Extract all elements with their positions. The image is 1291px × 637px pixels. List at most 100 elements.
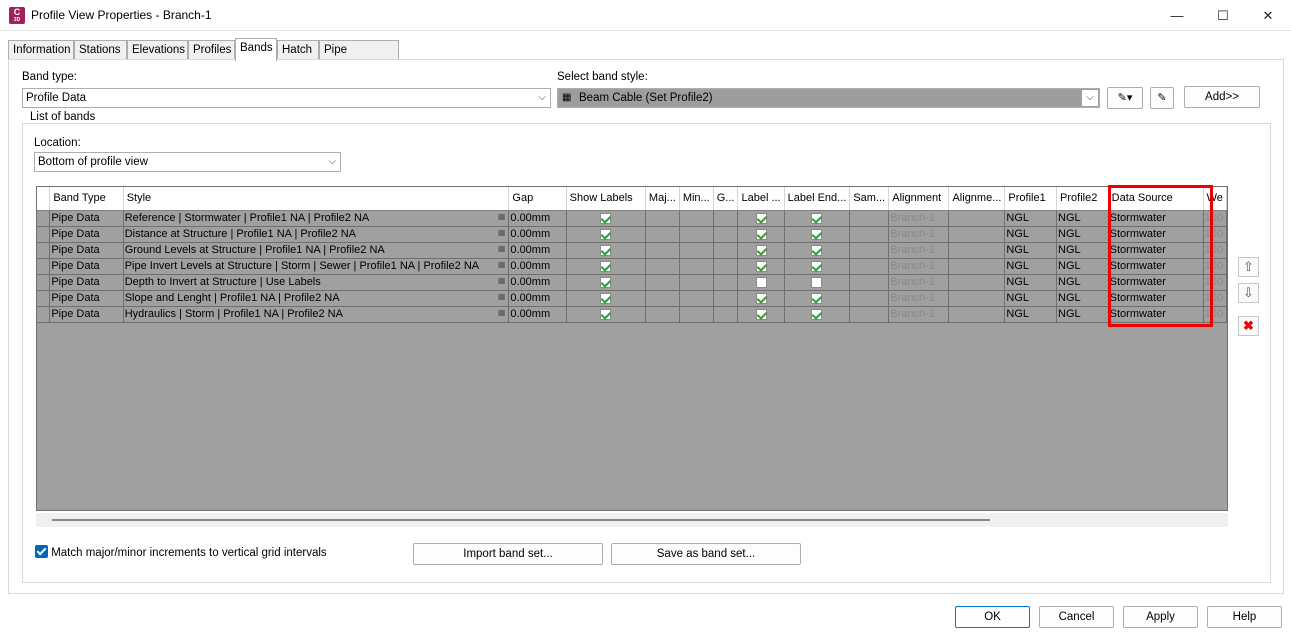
edit-style-button[interactable]: ✎▾ (1107, 87, 1143, 109)
label-end-checkbox[interactable] (811, 244, 823, 256)
table-row[interactable]: Pipe Data ▦ Pipe Invert Levels at Structur… (37, 258, 1227, 275)
label-start-checkbox[interactable] (755, 276, 767, 288)
row-header[interactable] (37, 258, 51, 275)
label-start-cell[interactable] (737, 226, 785, 243)
major-cell[interactable] (645, 242, 680, 259)
label-end-cell[interactable] (784, 242, 851, 259)
tab-information[interactable]: Information (8, 40, 74, 60)
col-sample[interactable]: Sam... (849, 187, 890, 211)
profile2-cell[interactable]: NGL (1056, 242, 1109, 259)
label-end-cell[interactable] (784, 210, 851, 227)
save-band-set-button[interactable]: Save as band set... (611, 543, 801, 565)
profile2-cell[interactable]: NGL (1056, 274, 1109, 291)
band-type-cell[interactable]: Pipe Data (49, 226, 124, 243)
minor-cell[interactable] (679, 258, 714, 275)
g-cell[interactable] (713, 274, 739, 291)
major-cell[interactable] (645, 274, 680, 291)
col-label-end[interactable]: Label End... (784, 187, 851, 211)
show-labels-cell[interactable] (566, 258, 646, 275)
horizontal-scrollbar[interactable] (36, 513, 1228, 527)
show-labels-checkbox[interactable] (600, 212, 612, 224)
col-g[interactable]: G... (713, 187, 739, 211)
profile1-cell[interactable]: NGL (1004, 226, 1058, 243)
band-style-dropdown[interactable]: ▦ Beam Cable (Set Profile2) ⌵ (557, 88, 1100, 108)
gap-cell[interactable]: 0.00mm (508, 274, 567, 291)
band-type-cell[interactable]: Pipe Data (49, 274, 124, 291)
show-labels-cell[interactable] (566, 274, 646, 291)
sample-cell[interactable] (849, 210, 890, 227)
profile1-cell[interactable]: NGL (1004, 242, 1058, 259)
gap-cell[interactable]: 0.00mm (508, 242, 567, 259)
tab-elevations[interactable]: Elevations (127, 40, 188, 60)
label-end-checkbox[interactable] (811, 276, 823, 288)
major-cell[interactable] (645, 258, 680, 275)
col-band-type[interactable]: Band Type (49, 187, 124, 211)
major-cell[interactable] (645, 226, 680, 243)
help-button[interactable]: Help (1207, 606, 1282, 628)
label-end-checkbox[interactable] (811, 292, 823, 304)
label-end-checkbox[interactable] (811, 308, 823, 320)
show-labels-checkbox[interactable] (600, 276, 612, 288)
ok-button[interactable]: OK (955, 606, 1030, 628)
band-type-cell[interactable]: Pipe Data (49, 242, 124, 259)
scrollbar-thumb[interactable] (52, 519, 990, 521)
alignment2-cell[interactable] (948, 210, 1006, 227)
bands-grid[interactable]: Band Type Style Gap Show Labels Maj... M… (36, 186, 1228, 511)
delete-x-icon[interactable]: ✖ (1238, 316, 1259, 336)
label-start-checkbox[interactable] (755, 244, 767, 256)
table-row[interactable]: Pipe Data ▦ Hydraulics | Storm | Profile1 … (37, 306, 1227, 323)
show-labels-checkbox[interactable] (600, 244, 612, 256)
show-labels-cell[interactable] (566, 226, 646, 243)
band-type-dropdown[interactable]: Profile Data ⌵ (22, 88, 551, 108)
sample-cell[interactable] (849, 290, 890, 307)
arrow-down-icon[interactable]: ⇩ (1238, 283, 1259, 303)
col-major[interactable]: Maj... (645, 187, 680, 211)
gap-cell[interactable]: 0.00mm (508, 306, 567, 323)
minor-cell[interactable] (679, 242, 714, 259)
arrow-up-icon[interactable]: ⇧ (1238, 257, 1259, 277)
profile2-cell[interactable]: NGL (1056, 290, 1109, 307)
row-header[interactable] (37, 274, 51, 291)
tab-profiles[interactable]: Profiles (188, 40, 235, 60)
alignment-cell[interactable]: Branch-1 (888, 306, 950, 323)
style-cell[interactable]: ▦ Reference | Stormwater | Profile1 NA | … (123, 210, 510, 227)
col-profile1[interactable]: Profile1 (1004, 187, 1058, 211)
show-labels-cell[interactable] (566, 290, 646, 307)
show-labels-checkbox[interactable] (600, 228, 612, 240)
minor-cell[interactable] (679, 290, 714, 307)
label-end-checkbox[interactable] (811, 228, 823, 240)
tab-stations[interactable]: Stations (74, 40, 127, 60)
g-cell[interactable] (713, 290, 739, 307)
sample-cell[interactable] (849, 226, 890, 243)
g-cell[interactable] (713, 258, 739, 275)
alignment2-cell[interactable] (948, 258, 1006, 275)
gap-cell[interactable]: 0.00mm (508, 258, 567, 275)
profile2-cell[interactable]: NGL (1056, 226, 1109, 243)
style-cell[interactable]: ▦ Hydraulics | Storm | Profile1 NA | Prof… (123, 306, 510, 323)
tab-bands[interactable]: Bands (235, 38, 277, 61)
profile1-cell[interactable]: NGL (1004, 274, 1058, 291)
profile1-cell[interactable]: NGL (1004, 210, 1058, 227)
band-type-cell[interactable]: Pipe Data (49, 258, 124, 275)
label-start-checkbox[interactable] (755, 308, 767, 320)
alignment2-cell[interactable] (948, 274, 1006, 291)
table-row[interactable]: Pipe Data ▦ Reference | Stormwater | Profi… (37, 210, 1227, 227)
col-show-labels[interactable]: Show Labels (566, 187, 646, 211)
table-row[interactable]: Pipe Data ▦ Slope and Lenght | Profile1 NA… (37, 290, 1227, 307)
label-end-cell[interactable] (784, 226, 851, 243)
alignment-cell[interactable]: Branch-1 (888, 210, 950, 227)
sample-cell[interactable] (849, 306, 890, 323)
show-labels-cell[interactable] (566, 210, 646, 227)
profile1-cell[interactable]: NGL (1004, 306, 1058, 323)
label-end-cell[interactable] (784, 258, 851, 275)
style-cell[interactable]: ▦ Depth to Invert at Structure | Use Labe… (123, 274, 510, 291)
sample-cell[interactable] (849, 258, 890, 275)
col-gap[interactable]: Gap (508, 187, 567, 211)
g-cell[interactable] (713, 210, 739, 227)
cancel-button[interactable]: Cancel (1039, 606, 1114, 628)
alignment-cell[interactable]: Branch-1 (888, 290, 950, 307)
row-header[interactable] (37, 306, 51, 323)
row-header[interactable] (37, 242, 51, 259)
col-style[interactable]: Style (123, 187, 510, 211)
major-cell[interactable] (645, 290, 680, 307)
